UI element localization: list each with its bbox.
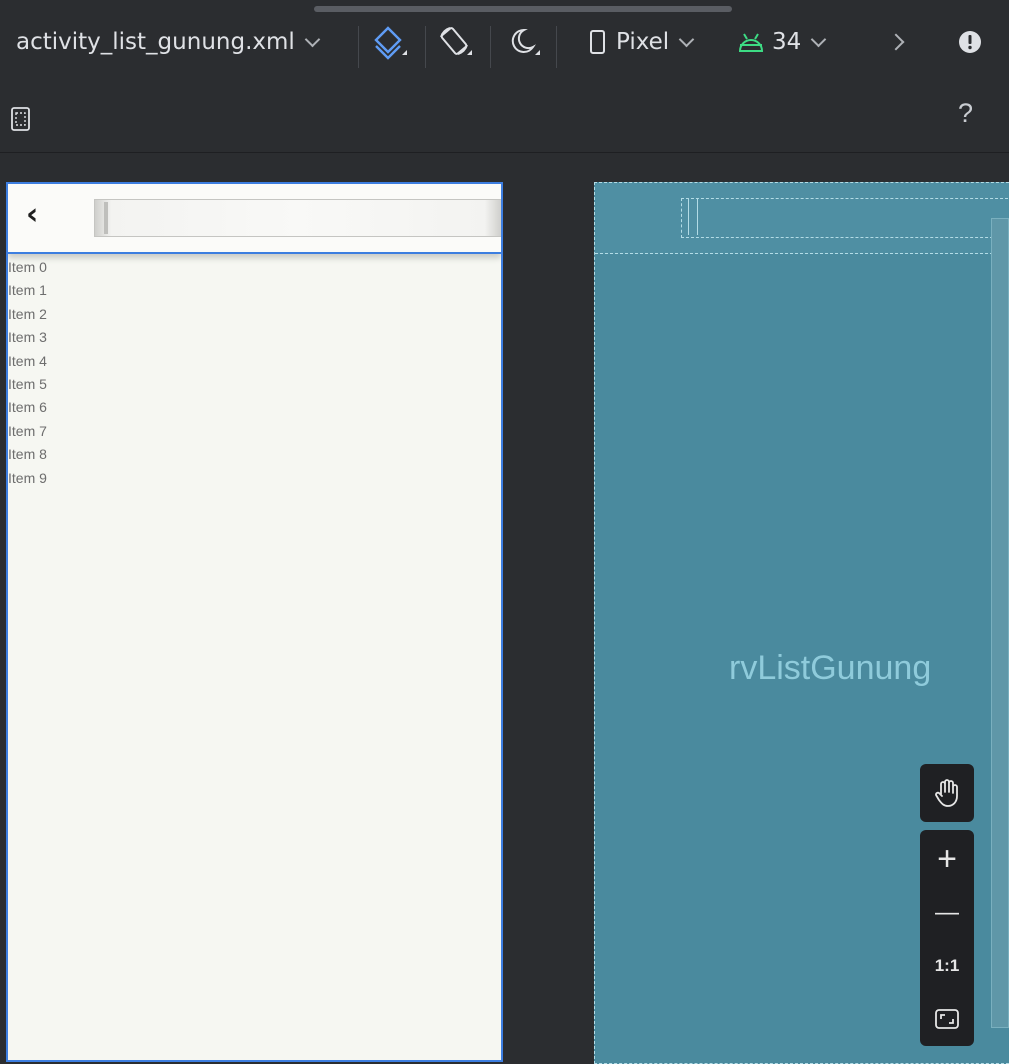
help-button[interactable]: ?: [958, 98, 973, 129]
night-mode-icon: [511, 28, 540, 55]
zoom-out-button[interactable]: —: [920, 888, 974, 938]
divider: [358, 26, 359, 68]
api-level: 34: [772, 29, 802, 55]
app-bar: ‹: [8, 184, 501, 254]
divider: [490, 26, 491, 68]
blueprint-app-bar: [595, 183, 1009, 254]
zoom-controls: + — 1:1: [920, 830, 974, 1046]
device-name: Pixel: [616, 29, 670, 55]
item-list[interactable]: Item 0 Item 1 Item 2 Item 3 Item 4 Item …: [8, 256, 47, 490]
file-selector[interactable]: activity_list_gunung.xml: [16, 0, 321, 84]
warning-icon: [959, 31, 981, 53]
layers-button[interactable]: [372, 0, 410, 84]
orientation-button[interactable]: [436, 0, 474, 84]
list-item[interactable]: Item 8: [8, 443, 47, 466]
phone-icon: [590, 30, 605, 54]
zoom-reset-button[interactable]: 1:1: [920, 940, 974, 992]
list-item[interactable]: Item 1: [8, 279, 47, 302]
divider: [556, 26, 557, 68]
list-item[interactable]: Item 9: [8, 467, 47, 490]
recyclerview-label: rvListGunung: [729, 649, 932, 687]
list-item[interactable]: Item 4: [8, 350, 47, 373]
rotate-icon: [440, 27, 472, 55]
blueprint-scrollbar: [991, 218, 1009, 1028]
fit-screen-icon: [935, 1009, 959, 1029]
search-title-field[interactable]: [94, 199, 501, 237]
select-frame-icon[interactable]: [10, 106, 32, 132]
blueprint-title-field[interactable]: [681, 198, 1009, 238]
pan-button[interactable]: [920, 764, 974, 822]
file-name: activity_list_gunung.xml: [16, 29, 295, 55]
pan-hand-icon: [935, 779, 958, 807]
fit-screen-button[interactable]: [920, 994, 974, 1044]
pan-tool-panel: [920, 764, 974, 822]
list-item[interactable]: Item 7: [8, 420, 47, 443]
zoom-in-button[interactable]: +: [920, 830, 974, 888]
back-arrow-icon[interactable]: ‹: [26, 200, 38, 230]
list-item[interactable]: Item 6: [8, 396, 47, 419]
divider: [425, 26, 426, 68]
design-toolbar: activity_list_gunung.xml Pixel 34: [0, 0, 1009, 84]
chevron-down-icon: [678, 31, 695, 47]
design-preview[interactable]: ‹ Item 0 Item 1 Item 2 Item 3 Item 4 Ite…: [6, 182, 503, 1062]
chevron-down-icon: [811, 31, 827, 47]
canvas-toolbar: ?: [0, 84, 1009, 153]
more-button[interactable]: [887, 0, 905, 84]
layers-icon: [374, 26, 407, 60]
device-selector[interactable]: Pixel: [588, 0, 695, 84]
list-item[interactable]: Item 3: [8, 326, 47, 349]
list-item[interactable]: Item 2: [8, 303, 47, 326]
warnings-button[interactable]: [958, 0, 982, 84]
list-item[interactable]: Item 0: [8, 256, 47, 279]
night-mode-button[interactable]: [504, 0, 542, 84]
api-level-selector[interactable]: 34: [738, 0, 827, 84]
chevron-down-icon: [304, 31, 321, 47]
chevron-right-icon: [887, 33, 905, 51]
list-item[interactable]: Item 5: [8, 373, 47, 396]
android-icon: [738, 33, 764, 52]
